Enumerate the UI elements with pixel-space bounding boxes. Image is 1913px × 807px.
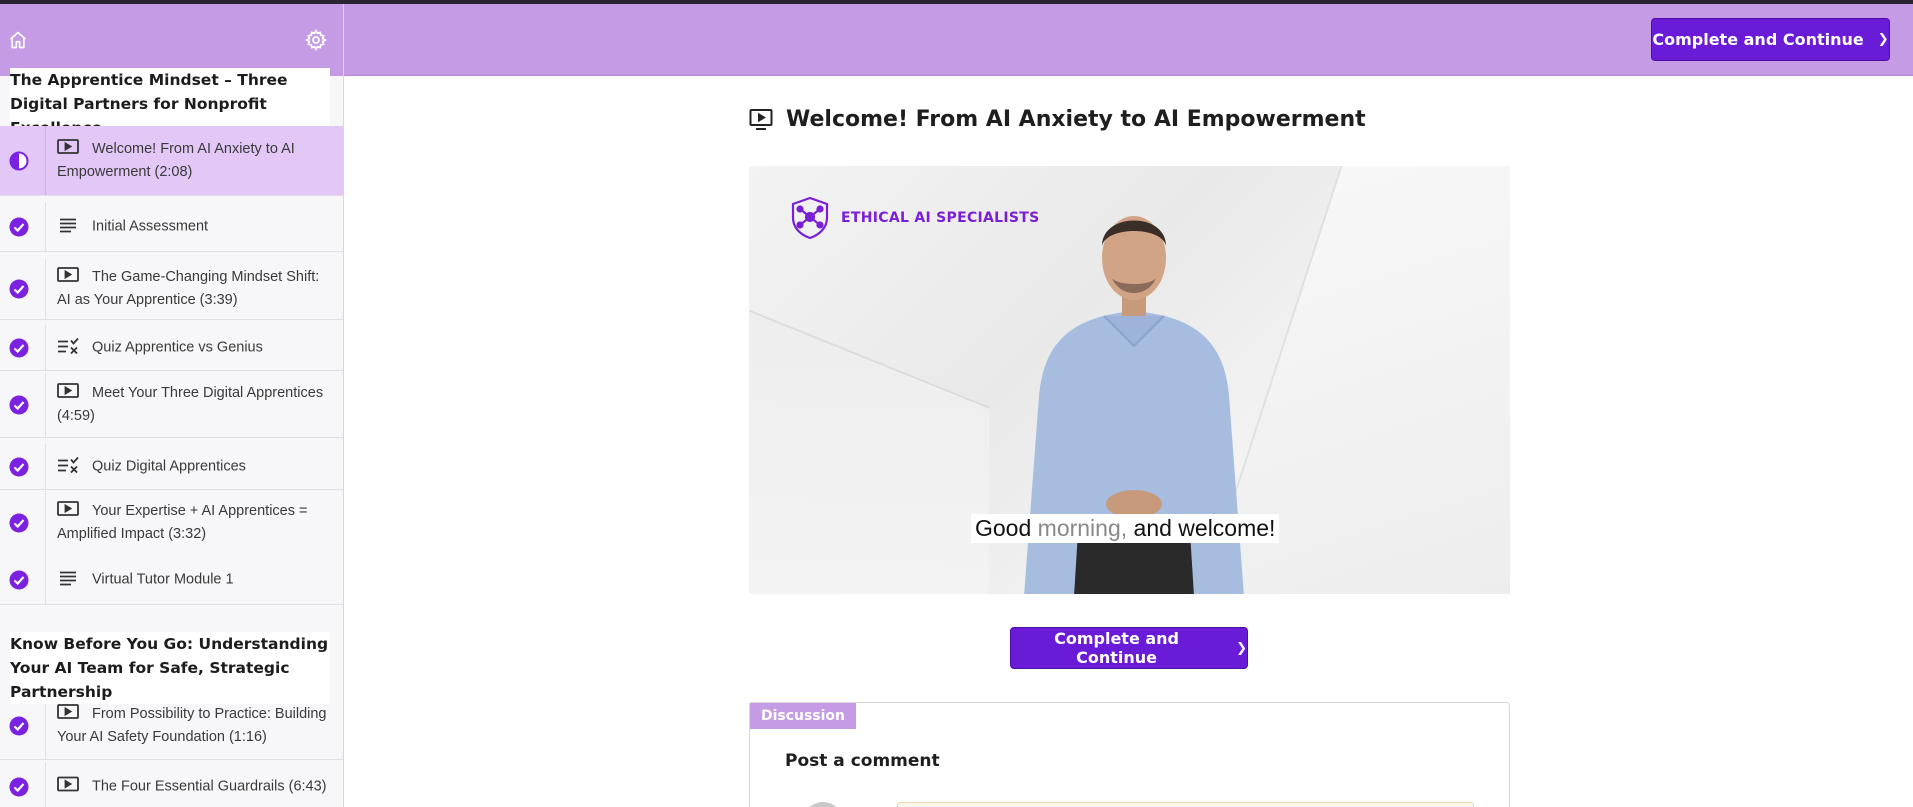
lesson-title: Meet Your Three Digital Apprentices (4:5…	[57, 385, 324, 424]
caption-text: Good	[975, 515, 1038, 541]
lesson-label: Meet Your Three Digital Apprentices (4:5…	[57, 382, 329, 428]
video-icon	[57, 267, 79, 284]
chevron-right-icon: ❯	[1236, 640, 1247, 656]
video-icon	[57, 138, 79, 156]
lesson-label: Virtual Tutor Module 1	[57, 568, 329, 591]
lesson-title: Virtual Tutor Module 1	[92, 571, 234, 587]
lesson-item[interactable]: The Four Essential Guardrails (6:43)	[0, 762, 343, 807]
comment-input[interactable]	[897, 802, 1474, 807]
lesson-item[interactable]: Meet Your Three Digital Apprentices (4:5…	[0, 373, 343, 438]
video-icon	[57, 501, 79, 518]
completed-check-icon	[0, 325, 46, 370]
completed-check-icon	[0, 762, 46, 807]
complete-and-continue-button[interactable]: Complete and Continue ❯	[1010, 627, 1248, 669]
discussion-tab: Discussion	[750, 703, 856, 729]
home-icon[interactable]	[8, 30, 28, 50]
completed-check-icon	[0, 444, 46, 489]
completed-check-icon	[0, 202, 46, 251]
lesson-label: Quiz Apprentice vs Genius	[57, 336, 329, 359]
lesson-label: Initial Assessment	[57, 215, 329, 238]
lesson-label: The Game-Changing Mindset Shift: AI as Y…	[57, 266, 329, 312]
button-label: Complete and Continue	[1054, 629, 1179, 667]
section-title: Know Before You Go: Understanding Your A…	[10, 632, 330, 704]
video-icon	[57, 776, 79, 793]
video-icon	[57, 703, 79, 721]
caption-text: and welcome!	[1127, 515, 1276, 541]
video-player[interactable]: ETHICAL AI SPECIALISTS Good morning, and…	[749, 166, 1510, 594]
completed-check-icon	[0, 555, 46, 604]
lesson-title: From Possibility to Practice: Building Y…	[57, 705, 327, 745]
sidebar-header	[0, 4, 343, 76]
lesson-label: From Possibility to Practice: Building Y…	[57, 703, 329, 749]
avatar	[802, 802, 844, 807]
lesson-item[interactable]: Your Expertise + AI Apprentices = Amplif…	[0, 491, 343, 556]
chevron-right-icon: ❯	[1877, 32, 1889, 47]
video-lesson-icon	[749, 109, 773, 130]
lesson-title: Welcome! From AI Anxiety to AI Empowerme…	[57, 140, 295, 180]
video-caption: Good morning, and welcome!	[971, 514, 1280, 543]
video-background	[749, 285, 989, 594]
gear-icon[interactable]	[305, 29, 327, 51]
course-sidebar: The Apprentice Mindset – Three Digital P…	[0, 4, 344, 807]
lesson-item[interactable]: The Game-Changing Mindset Shift: AI as Y…	[0, 259, 343, 320]
lesson-item[interactable]: Quiz Apprentice vs Genius	[0, 325, 343, 371]
video-icon	[57, 383, 79, 400]
completed-check-icon	[0, 373, 46, 437]
lesson-title: Initial Assessment	[92, 218, 209, 234]
caption-text: morning,	[1037, 515, 1128, 541]
discussion-panel: Discussion Post a comment	[749, 702, 1510, 807]
text-icon	[57, 216, 79, 233]
lesson-title: The Game-Changing Mindset Shift: AI as Y…	[57, 269, 320, 308]
lesson-title: Quiz Digital Apprentices	[92, 458, 246, 474]
lesson-label: Your Expertise + AI Apprentices = Amplif…	[57, 500, 329, 546]
lesson-label: Welcome! From AI Anxiety to AI Empowerme…	[57, 138, 329, 184]
lesson-item[interactable]: Virtual Tutor Module 1	[0, 555, 343, 605]
lesson-label: Quiz Digital Apprentices	[57, 455, 329, 478]
post-comment-heading: Post a comment	[785, 751, 940, 771]
lesson-item[interactable]: Initial Assessment	[0, 202, 343, 252]
quiz-icon	[57, 456, 79, 473]
quiz-icon	[57, 337, 79, 354]
shield-network-icon	[791, 196, 829, 240]
lesson-title: Quiz Apprentice vs Genius	[92, 339, 263, 355]
page-title: Welcome! From AI Anxiety to AI Empowerme…	[786, 106, 1366, 132]
lesson-item[interactable]: Welcome! From AI Anxiety to AI Empowerme…	[0, 126, 343, 196]
lesson-title: The Four Essential Guardrails (6:43)	[92, 778, 327, 794]
completed-check-icon	[0, 259, 46, 319]
lesson-heading: Welcome! From AI Anxiety to AI Empowerme…	[749, 104, 1366, 134]
lesson-item[interactable]: Quiz Digital Apprentices	[0, 444, 343, 490]
text-icon	[57, 569, 79, 586]
lesson-title: Your Expertise + AI Apprentices = Amplif…	[57, 503, 308, 542]
button-label: Complete and Continue	[1652, 30, 1864, 49]
in-progress-icon	[0, 126, 46, 195]
complete-and-continue-button[interactable]: Complete and Continue ❯	[1651, 18, 1890, 61]
completed-check-icon	[0, 491, 46, 555]
lesson-label: The Four Essential Guardrails (6:43)	[57, 775, 329, 798]
